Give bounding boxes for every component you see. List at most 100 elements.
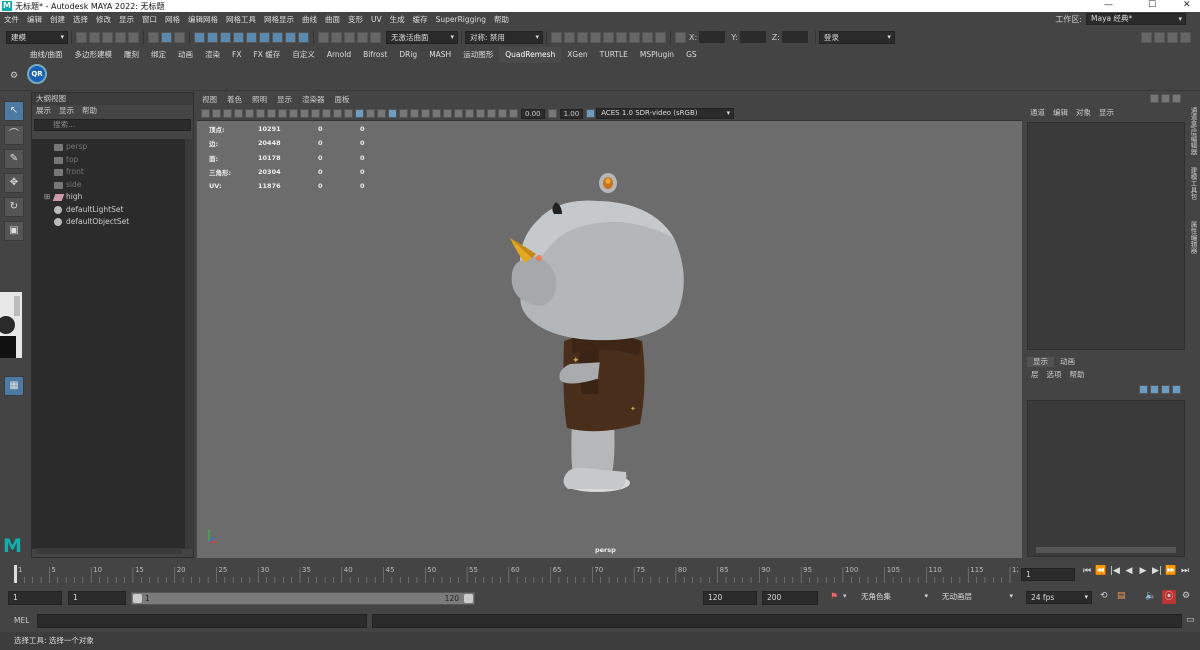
menu-mesh[interactable]: 网格	[161, 14, 184, 25]
select-dynamic-icon[interactable]	[259, 31, 270, 43]
select-object-icon[interactable]	[161, 31, 172, 43]
sound-icon[interactable]: 🔈	[1145, 591, 1156, 601]
channel-box-menu-edit[interactable]: 编辑	[1049, 106, 1072, 120]
select-component-icon[interactable]	[174, 31, 185, 43]
shelf-tab-sculpting[interactable]: 雕刻	[118, 47, 145, 63]
new-layer-selected-icon[interactable]	[1172, 385, 1181, 394]
fps-dropdown[interactable]: 24 fps	[1026, 591, 1092, 604]
move-layer-up-icon[interactable]	[1139, 385, 1148, 394]
y-coord-field[interactable]	[739, 31, 766, 43]
animation-start-field[interactable]: 1	[8, 591, 62, 605]
shelf-tab-fx[interactable]: FX	[226, 47, 247, 63]
shelf-tab-bifrost[interactable]: Bifrost	[357, 47, 393, 63]
channel-box-menu-object[interactable]: 对象	[1072, 106, 1095, 120]
grease-pencil-icon[interactable]	[256, 109, 265, 118]
loop-icon[interactable]: ⟲	[1100, 591, 1108, 601]
channel-box-settings-icon[interactable]	[1150, 94, 1159, 103]
bookmark-icon[interactable]	[223, 109, 232, 118]
outliner-item-side[interactable]: side	[32, 179, 185, 192]
default-material-icon[interactable]	[366, 109, 375, 118]
layer-menu-options[interactable]: 选项	[1043, 369, 1066, 381]
layer-menu-layers[interactable]: 层	[1027, 369, 1043, 381]
menu-deform[interactable]: 变形	[344, 14, 367, 25]
light-editor-icon[interactable]	[642, 31, 653, 43]
gate-mask-icon[interactable]	[300, 109, 309, 118]
move-tool-icon[interactable]: ✥	[4, 173, 24, 193]
viewport-menu-shading[interactable]: 着色	[222, 93, 247, 106]
arnold-render-icon[interactable]	[616, 31, 627, 43]
wireframe-icon[interactable]	[344, 109, 353, 118]
menu-help[interactable]: 帮助	[490, 14, 513, 25]
step-forward-frame-button[interactable]: ▶|	[1150, 566, 1164, 576]
shelf-options-icon[interactable]: ⚙	[10, 71, 18, 81]
new-layer-icon[interactable]	[1161, 385, 1170, 394]
xray-icon[interactable]	[476, 109, 485, 118]
use-all-lights-icon[interactable]	[399, 109, 408, 118]
menu-create[interactable]: 创建	[46, 14, 69, 25]
menu-curves[interactable]: 曲线	[298, 14, 321, 25]
motion-blur-icon[interactable]	[432, 109, 441, 118]
menu-uv[interactable]: UV	[367, 15, 386, 24]
close-button[interactable]: ✕	[1183, 0, 1191, 10]
viewport-menu-lighting[interactable]: 照明	[247, 93, 272, 106]
character-model[interactable]: ✦ ✦	[502, 166, 702, 501]
grid-icon[interactable]	[267, 109, 276, 118]
scale-tool-icon[interactable]: ▣	[4, 221, 24, 241]
outliner-item-persp[interactable]: persp	[32, 141, 185, 154]
channel-box-toggle-icon[interactable]	[1180, 31, 1191, 43]
smooth-shade-icon[interactable]	[355, 109, 364, 118]
field-chart-icon[interactable]	[311, 109, 320, 118]
view-transform-dropdown[interactable]: ACES 1.0 SDR-video (sRGB)	[596, 108, 735, 119]
auto-key-icon[interactable]: ⚑	[830, 592, 838, 602]
play-forward-button[interactable]: ▶	[1136, 566, 1150, 576]
step-back-key-button[interactable]: ⏪	[1094, 566, 1108, 576]
layer-scrollbar[interactable]	[1036, 547, 1176, 553]
menu-surfaces[interactable]: 曲面	[321, 14, 344, 25]
shelf-tab-mash[interactable]: MASH	[423, 47, 457, 63]
snap-view-plane-icon[interactable]	[357, 31, 368, 43]
script-language-label[interactable]: MEL	[14, 616, 29, 625]
xray-joints-icon[interactable]	[487, 109, 496, 118]
lock-selection-icon[interactable]	[298, 31, 309, 43]
step-forward-key-button[interactable]: ⏩	[1164, 566, 1178, 576]
shelf-tab-turtle[interactable]: TURTLE	[594, 47, 634, 63]
shelf-tab-xgen[interactable]: XGen	[561, 47, 593, 63]
menu-superrigging[interactable]: SuperRigging	[432, 15, 490, 24]
isolate-select-icon[interactable]	[465, 109, 474, 118]
select-joint-icon[interactable]	[207, 31, 218, 43]
textured-icon[interactable]	[388, 109, 397, 118]
symmetry-dropdown[interactable]: 对称: 禁用	[465, 30, 543, 44]
range-start-handle[interactable]	[133, 594, 142, 603]
select-camera-icon[interactable]	[201, 109, 210, 118]
new-scene-icon[interactable]	[76, 31, 87, 43]
lasso-tool-icon[interactable]: ⌒	[4, 125, 24, 145]
shelf-tab-poly-modeling[interactable]: 多边形建模	[69, 47, 119, 63]
select-deformer-icon[interactable]	[246, 31, 257, 43]
anim-layer-dropdown[interactable]: 无动画层	[938, 591, 1016, 604]
play-backward-button[interactable]: ◀	[1122, 566, 1136, 576]
character-set-dropdown[interactable]: 无角色集	[857, 591, 931, 604]
tool-settings-toggle-icon[interactable]	[1167, 31, 1178, 43]
maximize-button[interactable]: ☐	[1148, 0, 1156, 10]
outliner-menu-show[interactable]: 展示	[32, 105, 55, 117]
camera-attributes-icon[interactable]	[212, 109, 221, 118]
outliner-vertical-scrollbar[interactable]	[185, 139, 192, 549]
multisample-aa-icon[interactable]	[443, 109, 452, 118]
menu-windows[interactable]: 窗口	[138, 14, 161, 25]
menu-edit-mesh[interactable]: 编辑网格	[184, 14, 222, 25]
outliner-item-top[interactable]: top	[32, 154, 185, 167]
range-slider[interactable]: 1 120	[131, 592, 475, 605]
undo-icon[interactable]	[115, 31, 126, 43]
ipr-render-icon[interactable]	[577, 31, 588, 43]
outliner-item-defaultobjectset[interactable]: defaultObjectSet	[32, 216, 185, 229]
viewport-menu-view[interactable]: 视图	[197, 93, 222, 106]
render-settings-icon[interactable]	[590, 31, 601, 43]
anim-prefs-icon[interactable]: ⚙	[1182, 591, 1190, 601]
absolute-transform-icon[interactable]	[675, 31, 686, 43]
viewport-3d[interactable]: 顶点: 10291 0 0 边: 20448 0 0 面: 10178 0 0 三角形: 20304 0 0 U…	[197, 121, 1022, 558]
viewport-menu-panels[interactable]: 面板	[330, 93, 355, 106]
outliner-item-high[interactable]: ⊞ high	[32, 191, 185, 204]
gamma-icon[interactable]	[547, 109, 557, 118]
menu-display[interactable]: 显示	[115, 14, 138, 25]
tab-animation-layers[interactable]: 动画	[1054, 357, 1081, 367]
